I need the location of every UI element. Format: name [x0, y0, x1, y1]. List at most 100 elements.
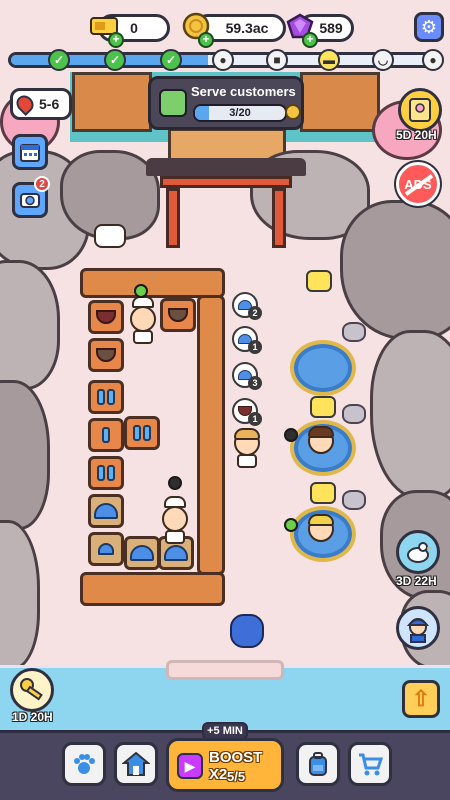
gear-icon: ⚙ [420, 16, 438, 37]
video-icon: ▶ [177, 753, 203, 779]
backpack-icon [309, 752, 327, 776]
upgrade-button[interactable]: ⇧ [402, 680, 440, 718]
quest-panel[interactable]: Serve customers 3/20 [148, 76, 304, 130]
milestone-bowl-icon: ◡ [372, 49, 394, 71]
milestone-check-icon: ✓ [104, 49, 126, 71]
notification-badge: 2 [34, 176, 50, 192]
home-icon [122, 751, 150, 776]
counter-side [197, 295, 225, 575]
torii-beam [160, 176, 292, 188]
hot-spring-pool[interactable] [290, 340, 356, 396]
milestone-character-icon: ● [422, 49, 444, 71]
dome-station[interactable] [88, 532, 124, 566]
torii-post [166, 188, 180, 248]
key-event-timer: 1D 20H [12, 710, 53, 724]
camera-icon [20, 193, 40, 208]
water-station[interactable] [88, 418, 124, 452]
torii-roof [146, 158, 306, 176]
quest-count: 3/20 [229, 107, 251, 119]
character-button[interactable] [396, 606, 440, 650]
milestone-character-icon: ● [212, 49, 234, 71]
ticket-pickup[interactable] [306, 270, 332, 292]
add-coins-button[interactable]: + [198, 32, 214, 48]
milestone-check-icon: ✓ [160, 49, 182, 71]
water-station[interactable] [124, 416, 160, 450]
dome-station[interactable] [88, 494, 124, 528]
deck-right [300, 72, 380, 132]
chef[interactable] [130, 296, 156, 344]
shop-button[interactable] [348, 742, 392, 786]
order-bubble: 2 [232, 292, 262, 320]
rock [340, 200, 450, 340]
ticket-pickup[interactable] [310, 396, 336, 418]
milestone-item-icon: ■ [266, 49, 288, 71]
level-label: 5-6 [39, 96, 60, 112]
torii-post [272, 188, 286, 248]
kettle-station[interactable] [88, 338, 124, 372]
boost-count: 5/5 [227, 769, 246, 784]
customer[interactable] [234, 428, 260, 468]
event-timer: 5D 20H [396, 128, 437, 142]
bridge[interactable] [166, 660, 284, 680]
pool-timer [284, 428, 298, 442]
add-gems-button[interactable]: + [302, 32, 318, 48]
counter-top [80, 268, 225, 298]
water-station[interactable] [88, 456, 124, 490]
rock [0, 520, 40, 670]
calendar-button[interactable] [12, 134, 48, 170]
bathing-customer[interactable] [308, 426, 334, 454]
add-tickets-button[interactable]: + [108, 32, 124, 48]
calendar-icon [20, 144, 40, 162]
soup-station[interactable] [88, 300, 124, 334]
pets-button[interactable] [62, 742, 106, 786]
level-button[interactable]: 5-6 [10, 88, 72, 120]
ads-label: ADS [404, 176, 432, 192]
tickets-value: 0 [130, 20, 138, 36]
bathing-customer[interactable] [308, 514, 334, 542]
gems-value: 589 [319, 20, 343, 36]
coin-icon [285, 104, 301, 120]
water-station[interactable] [88, 380, 124, 414]
milestone-check-icon: ✓ [48, 49, 70, 71]
deck-left [72, 72, 152, 132]
ticket-pickup[interactable] [310, 482, 336, 504]
character-event-button[interactable] [398, 88, 442, 132]
chef-timer [168, 476, 182, 490]
milestone-ticket-icon: ▬ [318, 49, 340, 71]
chef-timer [134, 284, 148, 298]
counter-bottom [80, 572, 225, 606]
pool-timer [284, 518, 298, 532]
customers-icon [159, 89, 187, 117]
bird-icon [407, 542, 432, 563]
order-bubble: 1 [232, 326, 262, 354]
rock [0, 380, 50, 530]
bird-event-timer: 3D 22H [396, 574, 437, 588]
order-count: 2 [248, 306, 262, 320]
rock [370, 330, 450, 500]
character-book-icon [409, 98, 431, 122]
character-icon [406, 618, 430, 643]
remove-ads-button[interactable]: ADS [396, 162, 440, 206]
dome-station[interactable] [124, 536, 160, 570]
order-count: 3 [248, 376, 262, 390]
order-bubble: 1 [232, 398, 262, 426]
home-button[interactable] [114, 742, 158, 786]
order-bubble: 3 [232, 362, 262, 390]
map-pin-icon [12, 91, 38, 117]
order-count: 1 [248, 412, 262, 426]
backpack-button[interactable] [296, 742, 340, 786]
rooster[interactable] [230, 614, 264, 648]
kettle-station[interactable] [160, 298, 196, 332]
coins-value: 59.3ac [225, 20, 269, 36]
pool-rock [342, 404, 366, 424]
cow[interactable] [94, 224, 126, 248]
chef[interactable] [162, 496, 188, 544]
quest-progress-bar: 3/20 [193, 104, 287, 122]
settings-button[interactable]: ⚙ [414, 12, 444, 42]
pool-rock [342, 490, 366, 510]
boost-button[interactable]: ▶ BOOST X2 5/5 [166, 738, 284, 792]
bird-event-button[interactable] [396, 530, 440, 574]
paw-icon [74, 754, 95, 774]
key-event-button[interactable] [10, 668, 54, 712]
quest-title: Serve customers [191, 84, 296, 99]
